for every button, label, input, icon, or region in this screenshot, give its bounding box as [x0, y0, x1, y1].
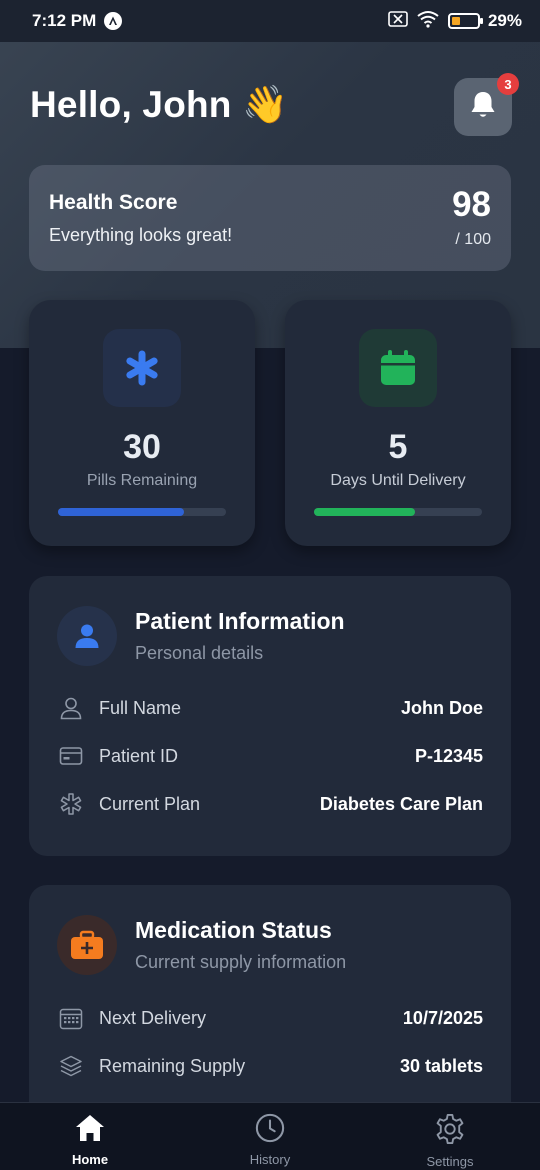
gear-icon [433, 1113, 467, 1150]
current-plan-value: Diabetes Care Plan [319, 793, 483, 814]
pills-progress-fill [58, 508, 184, 516]
battery-icon [447, 13, 483, 29]
app-notification-icon [104, 12, 123, 30]
current-plan-row: Current Plan Diabetes Care Plan [59, 790, 483, 818]
bell-icon [469, 90, 497, 125]
medkit-icon [57, 915, 117, 975]
user-icon [59, 696, 83, 720]
patient-information-card: Patient Information Personal details Ful… [29, 576, 511, 856]
remaining-supply-label: Remaining Supply [99, 1055, 246, 1076]
user-avatar-icon [57, 606, 117, 666]
wifi-icon [416, 10, 440, 33]
notification-badge: 3 [497, 73, 519, 95]
patient-info-subtitle: Personal details [135, 643, 264, 663]
nav-settings[interactable]: Settings [390, 1103, 510, 1170]
nav-home-label: Home [71, 1152, 109, 1167]
delivery-days-value: 5 [388, 428, 408, 466]
wave-emoji: 👋 [242, 84, 289, 125]
greeting-text: Hello, John [30, 84, 232, 125]
status-bar: 7:12 PM 29% [0, 0, 540, 42]
delivery-days-card[interactable]: 5 Days Until Delivery [285, 300, 511, 546]
health-score-value: 98 [452, 185, 491, 224]
delivery-progress-fill [314, 508, 415, 516]
pills-remaining-label: Pills Remaining [86, 472, 198, 489]
remaining-supply-row: Remaining Supply 30 tablets [59, 1052, 483, 1080]
nav-settings-label: Settings [426, 1154, 474, 1169]
patient-info-title: Patient Information [135, 608, 345, 634]
patient-id-value: P-12345 [414, 745, 483, 766]
remaining-supply-value: 30 tablets [399, 1055, 483, 1076]
next-delivery-label: Next Delivery [99, 1007, 207, 1028]
home-icon [74, 1113, 106, 1148]
patient-id-row: Patient ID P-12345 [59, 742, 483, 770]
asterisk-icon [103, 329, 181, 407]
battery-percent: 29% [487, 11, 522, 30]
card-icon [59, 744, 83, 768]
greeting-heading: Hello, John 👋 [30, 84, 288, 127]
health-score-card: Health Score Everything looks great! 98 … [29, 165, 511, 271]
patient-id-label: Patient ID [99, 745, 179, 766]
pills-remaining-card[interactable]: 30 Pills Remaining [29, 300, 255, 546]
full-name-value: John Doe [400, 697, 483, 718]
nav-history[interactable]: History [210, 1103, 330, 1170]
full-name-row: Full Name John Doe [59, 694, 483, 722]
medication-status-subtitle: Current supply information [135, 952, 347, 972]
health-score-subtitle: Everything looks great! [49, 225, 233, 245]
clock-icon [254, 1113, 286, 1148]
health-score-max: / 100 [455, 231, 491, 248]
asterisk-outline-icon [59, 792, 83, 816]
calendar-outline-icon [59, 1006, 83, 1030]
nav-history-label: History [249, 1152, 291, 1167]
no-sim-icon [388, 10, 408, 32]
delivery-progress-bar [314, 508, 482, 516]
pills-remaining-value: 30 [123, 428, 161, 466]
calendar-icon [359, 329, 437, 407]
health-score-title: Health Score [49, 191, 178, 214]
status-time: 7:12 PM [32, 11, 97, 30]
pills-progress-bar [58, 508, 226, 516]
current-plan-label: Current Plan [99, 793, 201, 814]
next-delivery-row: Next Delivery 10/7/2025 [59, 1004, 483, 1032]
medication-status-title: Medication Status [135, 917, 332, 943]
full-name-label: Full Name [99, 697, 182, 718]
delivery-days-label: Days Until Delivery [330, 472, 466, 489]
nav-home[interactable]: Home [30, 1103, 150, 1170]
bottom-navigation: Home History Settings [0, 1102, 540, 1170]
layers-icon [59, 1054, 83, 1078]
next-delivery-value: 10/7/2025 [402, 1007, 483, 1028]
